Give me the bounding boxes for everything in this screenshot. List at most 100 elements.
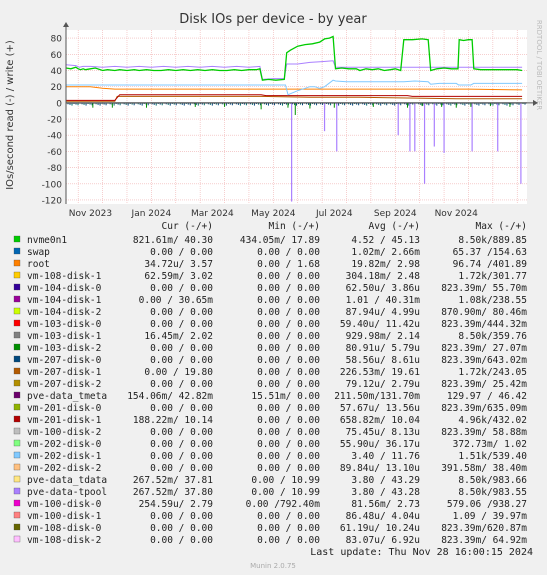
legend-value-cur: 267.52m/ 37.81 bbox=[133, 475, 213, 486]
legend-value-min: 0.00 / 0.00 bbox=[257, 283, 320, 294]
legend-swatch bbox=[13, 499, 21, 507]
legend-series-name: vm-103-disk-1 bbox=[27, 331, 102, 342]
legend-value-max: 1.72k/301.77 bbox=[458, 271, 527, 282]
legend-series-name: pve-data-tpool bbox=[27, 487, 107, 498]
legend-column-header: Avg (-/+) bbox=[369, 221, 420, 232]
legend-value-max: 823.39m/ 55.70m bbox=[441, 283, 527, 294]
y-tick-label: -20 bbox=[47, 116, 62, 126]
legend-value-max: 8.50k/983.66 bbox=[458, 475, 527, 486]
legend-swatch bbox=[13, 391, 21, 399]
legend-series-name: vm-108-disk-0 bbox=[27, 523, 102, 534]
legend-value-avg: 3.80 / 43.28 bbox=[351, 487, 420, 498]
y-axis-arrow bbox=[63, 22, 69, 27]
y-tick-label: 0 bbox=[56, 99, 62, 109]
legend-value-avg: 211.50m/131.70m bbox=[334, 391, 420, 402]
last-update-text: Last update: Thu Nov 28 16:00:15 2024 bbox=[310, 547, 533, 558]
x-tick-label: Nov 2024 bbox=[435, 209, 479, 219]
legend-swatch bbox=[13, 355, 21, 363]
legend-series-name: vm-207-disk-1 bbox=[27, 367, 102, 378]
y-tick-labels: 80 60 40 20 0 -20 -40 -60 -80 -100 -120 bbox=[42, 35, 63, 207]
y-axis-label: IOs/second read (-) / write (+) bbox=[5, 40, 16, 190]
legend-value-min: 0.00 /792.40m bbox=[246, 499, 321, 510]
legend-value-avg: 658.82m/ 10.04 bbox=[340, 415, 420, 426]
legend-value-max: 1.72k/243.05 bbox=[458, 367, 527, 378]
legend-swatch bbox=[13, 307, 21, 315]
legend-value-max: 96.74 /401.89 bbox=[453, 259, 528, 270]
legend-value-min: 0.00 / 0.00 bbox=[257, 271, 320, 282]
legend-value-cur: 0.00 / 0.00 bbox=[150, 283, 213, 294]
legend-value-cur: 34.72u/ 3.57 bbox=[144, 259, 213, 270]
legend-value-min: 0.00 / 0.00 bbox=[257, 367, 320, 378]
legend-value-cur: 0.00 / 0.00 bbox=[150, 403, 213, 414]
x-tick-label: Mar 2024 bbox=[191, 209, 234, 219]
x-tick-label: Jan 2024 bbox=[131, 209, 172, 219]
legend-value-avg: 3.80 / 43.29 bbox=[351, 475, 420, 486]
legend-swatch bbox=[13, 463, 21, 471]
legend-value-avg: 1.01 / 40.31m bbox=[346, 295, 421, 306]
legend-swatch bbox=[13, 487, 21, 495]
legend-value-min: 0.00 / 0.00 bbox=[257, 247, 320, 258]
rrdtool-watermark: RRDTOOL / TOBI OETIKER bbox=[535, 20, 543, 110]
legend-value-avg: 59.40u/ 11.42u bbox=[340, 319, 420, 330]
legend-swatch bbox=[13, 331, 21, 339]
legend-value-avg: 61.19u/ 10.24u bbox=[340, 523, 420, 534]
legend-swatch bbox=[13, 523, 21, 531]
legend-value-cur: 0.00 / 0.00 bbox=[150, 451, 213, 462]
legend-swatch bbox=[13, 439, 21, 447]
legend-value-max: 579.06 /938.27 bbox=[447, 499, 527, 510]
legend-value-max: 823.39m/ 25.42m bbox=[441, 379, 527, 390]
legend-value-avg: 81.56m/ 2.73 bbox=[351, 499, 420, 510]
plot-area bbox=[66, 30, 527, 204]
legend-series-name: vm-201-disk-1 bbox=[27, 415, 102, 426]
legend-value-min: 0.00 / 0.00 bbox=[257, 355, 320, 366]
legend-value-avg: 86.48u/ 4.04u bbox=[346, 511, 420, 522]
chart-svg: Disk IOs per device - by year IOs/second… bbox=[5, 12, 543, 570]
legend-swatch bbox=[13, 295, 21, 303]
legend-value-min: 0.00 / 0.00 bbox=[257, 331, 320, 342]
legend-value-min: 0.00 / 0.00 bbox=[257, 319, 320, 330]
legend-value-min: 0.00 / 0.00 bbox=[257, 307, 320, 318]
x-tick-labels: Nov 2023 Jan 2024 Mar 2024 May 2024 Jul 2024… bbox=[69, 209, 478, 219]
legend-series-name: vm-100-disk-0 bbox=[27, 499, 102, 510]
legend-value-avg: 929.98m/ 2.14 bbox=[346, 331, 421, 342]
legend-value-avg: 83.07u/ 6.92u bbox=[346, 535, 420, 546]
legend-value-min: 0.00 / 0.00 bbox=[257, 511, 320, 522]
legend-value-max: 1.51k/539.40 bbox=[458, 451, 527, 462]
legend-swatch bbox=[13, 247, 21, 255]
munin-version: Munin 2.0.75 bbox=[250, 562, 296, 570]
legend-column-header: Min (-/+) bbox=[269, 221, 320, 232]
legend-series-name: vm-104-disk-2 bbox=[27, 307, 101, 318]
legend-value-cur: 0.00 / 0.00 bbox=[150, 427, 213, 438]
legend: Cur (-/+) Min (-/+) Avg (-/+) Max (-/+) nvme… bbox=[13, 221, 528, 546]
legend-value-max: 65.37 /154.63 bbox=[453, 247, 527, 258]
legend-column-header: Max (-/+) bbox=[476, 221, 527, 232]
legend-value-min: 0.00 / 0.00 bbox=[257, 451, 320, 462]
legend-value-avg: 1.02m/ 2.66m bbox=[351, 247, 420, 258]
legend-series-name: vm-108-disk-2 bbox=[27, 535, 101, 546]
legend-value-cur: 0.00 / 0.00 bbox=[150, 535, 213, 546]
legend-value-cur: 267.52m/ 37.80 bbox=[133, 487, 213, 498]
x-tick-label: Jul 2024 bbox=[315, 209, 353, 219]
x-tick-label: Sep 2024 bbox=[374, 209, 417, 219]
legend-value-cur: 0.00 / 0.00 bbox=[150, 439, 213, 450]
legend-value-max: 823.39m/635.09m bbox=[441, 403, 527, 414]
legend-series-name: vm-201-disk-0 bbox=[27, 403, 102, 414]
legend-swatch bbox=[13, 535, 21, 543]
legend-series-name: vm-103-disk-0 bbox=[27, 319, 102, 330]
legend-value-cur: 0.00 / 19.80 bbox=[144, 367, 213, 378]
legend-value-cur: 154.06m/ 42.82m bbox=[127, 391, 213, 402]
legend-value-max: 1.09 / 39.97m bbox=[453, 511, 528, 522]
legend-value-avg: 4.52 / 45.13 bbox=[351, 235, 420, 246]
legend-series-name: swap bbox=[27, 247, 50, 258]
y-tick-label: -60 bbox=[47, 148, 62, 158]
legend-value-avg: 87.94u/ 4.99u bbox=[346, 307, 420, 318]
legend-value-avg: 80.91u/ 5.79u bbox=[346, 343, 420, 354]
legend-value-min: 0.00 / 1.68 bbox=[257, 259, 320, 270]
legend-value-max: 1.08k/238.55 bbox=[458, 295, 527, 306]
legend-value-min: 0.00 / 0.00 bbox=[257, 427, 320, 438]
legend-series-name: vm-207-disk-2 bbox=[27, 379, 101, 390]
legend-value-cur: 62.59m/ 3.02 bbox=[144, 271, 213, 282]
legend-value-cur: 0.00 / 0.00 bbox=[150, 511, 213, 522]
legend-swatch bbox=[13, 319, 21, 327]
legend-series-name: vm-207-disk-0 bbox=[27, 355, 102, 366]
